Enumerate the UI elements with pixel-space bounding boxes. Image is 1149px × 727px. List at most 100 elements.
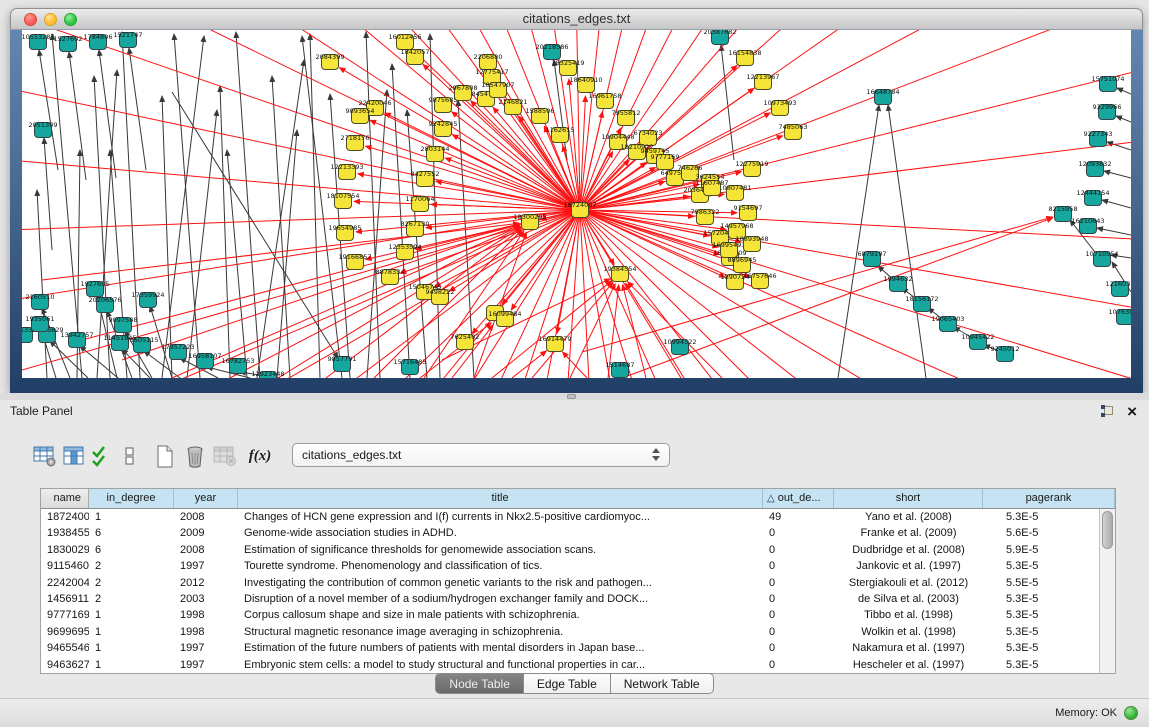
graph-node-label: 19384554 xyxy=(603,265,636,273)
black-edge xyxy=(1104,171,1131,178)
graph-node-label: 16961758 xyxy=(588,92,621,100)
graph-node-label: 10763021 xyxy=(1108,308,1131,316)
close-panel-icon[interactable]: × xyxy=(1127,400,1137,424)
cell-title: Investigating the contribution of common… xyxy=(238,575,763,591)
black-edge xyxy=(721,45,734,160)
cell-short: de Silva et al. (2003) xyxy=(834,591,983,607)
graph-node-label: 12213393 xyxy=(330,163,363,171)
graph-node-label: 20387682 xyxy=(703,30,736,36)
graph-node-label: 12275919 xyxy=(735,160,768,168)
column-header-year[interactable]: year xyxy=(174,489,238,508)
network-window: citations_edges.txt 18300295193845542242… xyxy=(10,8,1143,393)
table-mode-button[interactable] xyxy=(31,441,59,471)
table-row[interactable]: 1938455462009Genome-wide association stu… xyxy=(41,525,1099,541)
function-builder-button[interactable]: f(x) xyxy=(246,441,274,471)
column-header-out-degree[interactable]: △out_de... xyxy=(763,489,834,508)
black-edge xyxy=(69,52,86,180)
table-scrollbar[interactable] xyxy=(1099,509,1115,673)
tab-network-table[interactable]: Network Table xyxy=(611,673,714,694)
table-select-dropdown[interactable]: citations_edges.txt xyxy=(292,443,670,467)
tab-edge-table[interactable]: Edge Table xyxy=(524,673,611,694)
select-all-rows-button[interactable] xyxy=(86,441,114,471)
cell-title: Genome-wide association studies in ADHD. xyxy=(238,525,763,541)
column-header-in-degree[interactable]: in_degree xyxy=(89,489,174,508)
scrollbar-thumb[interactable] xyxy=(1102,511,1113,549)
graph-node-label: 17359924 xyxy=(131,291,164,299)
cell-name: 9115460 xyxy=(41,558,89,574)
graph-node-label: 12444154 xyxy=(1076,189,1109,197)
window-zoom-button[interactable] xyxy=(64,13,77,26)
splitter-handle-icon[interactable] xyxy=(567,394,576,399)
deselect-rows-button[interactable] xyxy=(116,441,144,471)
cell-short: Dudbridge et al. (2008) xyxy=(834,542,983,558)
cell-pagerank: 5.3E-5 xyxy=(983,640,1099,656)
network-canvas[interactable]: 1830029519384554224200469893654271817612… xyxy=(22,30,1131,378)
float-panel-icon[interactable] xyxy=(1100,404,1115,423)
column-header-pagerank[interactable]: pagerank xyxy=(983,489,1115,508)
black-edge xyxy=(162,36,204,378)
graph-node-label: 9329966 xyxy=(1093,103,1122,111)
show-columns-button[interactable] xyxy=(60,441,88,471)
window-minimize-button[interactable] xyxy=(44,13,57,26)
graph-node-label: 6734023 xyxy=(634,129,663,137)
graph-node-label: 2146821 xyxy=(499,98,528,106)
new-column-button[interactable] xyxy=(151,441,179,471)
cell-year: 1997 xyxy=(174,558,238,574)
column-header-short[interactable]: short xyxy=(834,489,983,508)
graph-node-label: 7485063 xyxy=(779,123,808,131)
panel-splitter[interactable] xyxy=(0,393,1149,400)
table-row[interactable]: 946362711997Embryonic stem cells: a mode… xyxy=(41,657,1099,673)
graph-node-label: 10710554 xyxy=(1085,250,1118,258)
table-tabbar: Node Table Edge Table Network Table xyxy=(0,673,1149,697)
graph-node-label: 1170064 xyxy=(406,195,435,203)
cell-name: 22420046 xyxy=(41,575,89,591)
delete-table-button[interactable] xyxy=(211,441,239,471)
cell-out-degree: 0 xyxy=(763,657,834,673)
table-panel: Table Panel × f(x) citatio xyxy=(0,400,1149,727)
table-row[interactable]: 946554611997Estimation of the future num… xyxy=(41,640,1099,656)
tab-node-table[interactable]: Node Table xyxy=(435,673,524,694)
black-edge xyxy=(277,130,297,378)
table-row[interactable]: 1456911722003Disruption of a novel membe… xyxy=(41,591,1099,607)
column-header-title[interactable]: title xyxy=(238,489,763,508)
graph-node-label: 7986322 xyxy=(691,208,720,216)
graph-node-label: 8267130 xyxy=(401,220,430,228)
cell-year: 1998 xyxy=(174,607,238,623)
red-edge xyxy=(582,217,1052,352)
table-select-value: citations_edges.txt xyxy=(302,448,401,462)
sort-ascending-icon: △ xyxy=(767,493,775,504)
graph-node-label: 7625402 xyxy=(451,333,480,341)
graph-node-label: 18107554 xyxy=(326,192,359,200)
cell-name: 18724007 xyxy=(41,509,89,525)
window-close-button[interactable] xyxy=(24,13,37,26)
graph-node-label: 8215958 xyxy=(1049,205,1078,213)
red-edge xyxy=(580,30,1131,210)
cell-in-degree: 1 xyxy=(89,607,174,623)
graph-node-label: 16757646 xyxy=(743,272,776,280)
delete-column-button[interactable] xyxy=(181,441,209,471)
table-row[interactable]: 1830029562008Estimation of significance … xyxy=(41,542,1099,558)
graph-node-label: 1588506 xyxy=(526,107,555,115)
cell-out-degree: 0 xyxy=(763,558,834,574)
graph-node-label: 9893654 xyxy=(346,107,375,115)
graph-node-label: 16782753 xyxy=(221,357,254,365)
table-row[interactable]: 1872400712008Changes of HCN gene express… xyxy=(41,509,1099,525)
red-edge xyxy=(209,210,580,378)
red-edge xyxy=(512,351,546,378)
table-row[interactable]: 977716911998Corpus callosum shape and si… xyxy=(41,607,1099,623)
cell-pagerank: 5.3E-5 xyxy=(983,607,1099,623)
graph-node-label: 9777169 xyxy=(651,153,680,161)
graph-node-label: 8878334 xyxy=(376,268,405,276)
table-row[interactable]: 2242004622012Investigating the contribut… xyxy=(41,575,1099,591)
column-header-name[interactable]: name xyxy=(41,489,89,508)
black-edge xyxy=(888,105,926,378)
graph-node-label: 12353594 xyxy=(388,243,421,251)
table-row[interactable]: 911546021997Tourette syndrome. Phenomeno… xyxy=(41,558,1099,574)
cell-pagerank: 5.3E-5 xyxy=(983,624,1099,640)
cell-out-degree: 0 xyxy=(763,624,834,640)
network-graph[interactable]: 1830029519384554224200469893654271817612… xyxy=(22,30,1131,378)
table-panel-header: Table Panel × xyxy=(0,400,1149,424)
table-row[interactable]: 969969511998Structural magnetic resonanc… xyxy=(41,624,1099,640)
window-titlebar[interactable]: citations_edges.txt xyxy=(10,8,1143,30)
cell-pagerank: 5.3E-5 xyxy=(983,558,1099,574)
